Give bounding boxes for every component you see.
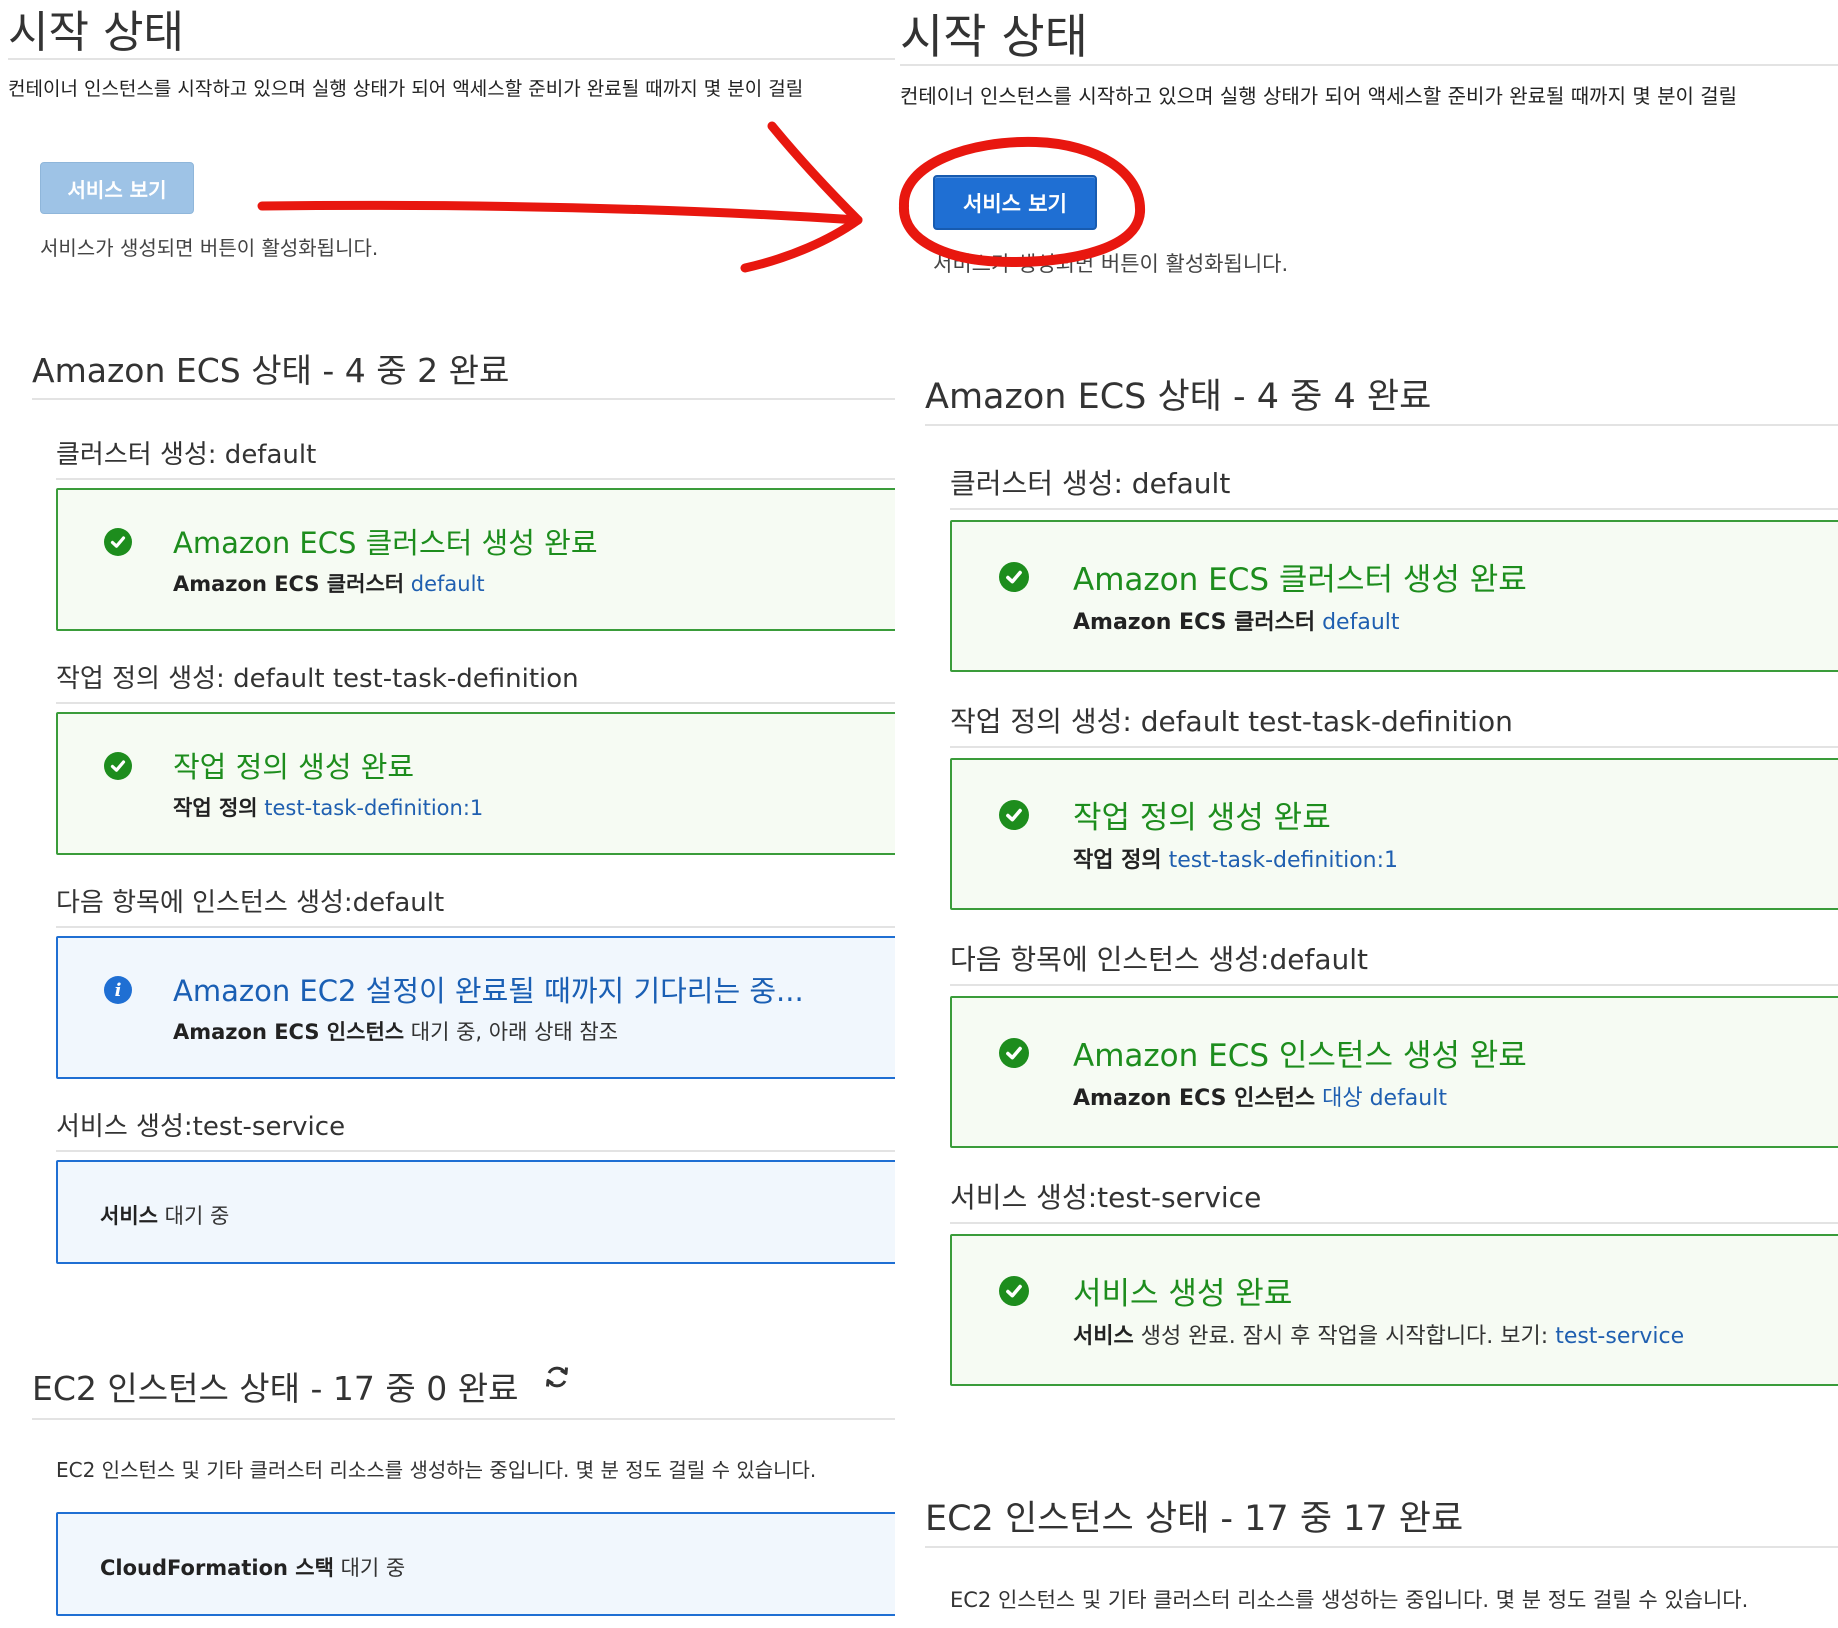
status-card-cluster: Amazon ECS 클러스터 생성 완료 Amazon ECS 클러스터 de…	[950, 520, 1838, 672]
ec2-status-title: EC2 인스턴스 상태 - 17 중 0 완료	[32, 1369, 519, 1408]
refresh-icon[interactable]	[542, 1362, 572, 1396]
page-title: 시작 상태	[8, 7, 184, 58]
service-link[interactable]: test-service	[1555, 1324, 1684, 1349]
check-circle-icon	[104, 752, 132, 780]
divider	[8, 58, 895, 60]
divider	[32, 398, 895, 400]
ecs-status-title: Amazon ECS 상태 - 4 중 4 완료	[925, 377, 1432, 417]
status-card-title: 작업 정의 생성 완료	[1073, 800, 1331, 836]
detail-label: 서비스	[1073, 1324, 1134, 1349]
detail-label: CloudFormation 스택	[100, 1556, 334, 1580]
status-card-service: 서비스 대기 중	[56, 1160, 895, 1264]
status-card-detail: Amazon ECS 인스턴스 대기 중, 아래 상태 참조	[173, 1016, 618, 1046]
divider	[32, 1418, 895, 1420]
status-card-service: 서비스 생성 완료 서비스 생성 완료. 잠시 후 작업을 시작합니다. 보기:…	[950, 1234, 1838, 1386]
status-card-task-definition: 작업 정의 생성 완료 작업 정의 test-task-definition:1	[56, 712, 895, 855]
step-heading-cluster: 클러스터 생성: default	[56, 440, 317, 470]
status-card-detail: Amazon ECS 클러스터 default	[1073, 604, 1400, 636]
divider	[950, 508, 1838, 510]
divider	[56, 478, 895, 480]
ec2-note: EC2 인스턴스 및 기타 클러스터 리소스를 생성하는 중입니다. 몇 분 정…	[950, 1588, 1749, 1612]
divider	[56, 1150, 895, 1152]
status-card-title: Amazon ECS 클러스터 생성 완료	[173, 526, 598, 560]
page-title: 시작 상태	[900, 10, 1088, 65]
step-heading-task-definition: 작업 정의 생성: default test-task-definition	[950, 705, 1513, 738]
button-help-text: 서비스가 생성되면 버튼이 활성화됩니다.	[40, 236, 379, 260]
detail-label: Amazon ECS 인스턴스	[1073, 1086, 1316, 1111]
status-card-task-definition: 작업 정의 생성 완료 작업 정의 test-task-definition:1	[950, 758, 1838, 910]
status-card-detail: Amazon ECS 인스턴스 대상 default	[1073, 1080, 1447, 1112]
status-card-title: 서비스 생성 완료	[1073, 1276, 1293, 1312]
check-circle-icon	[999, 1038, 1029, 1068]
divider	[950, 1222, 1838, 1224]
step-heading-instances: 다음 항목에 인스턴스 생성:default	[950, 943, 1369, 976]
detail-text: 생성 완료. 잠시 후 작업을 시작합니다. 보기:	[1140, 1324, 1549, 1349]
detail-label: Amazon ECS 클러스터	[1073, 610, 1316, 635]
cluster-link[interactable]: default	[411, 572, 485, 596]
status-card-instances: i Amazon EC2 설정이 완료될 때까지 기다리는 중... Amazo…	[56, 936, 895, 1079]
divider	[950, 984, 1838, 986]
view-service-button[interactable]: 서비스 보기	[933, 175, 1097, 230]
step-heading-cluster: 클러스터 생성: default	[950, 467, 1231, 500]
check-circle-icon	[999, 562, 1029, 592]
ec2-status-title: EC2 인스턴스 상태 - 17 중 17 완료	[925, 1499, 1464, 1539]
cluster-link[interactable]: default	[1322, 610, 1399, 635]
divider	[925, 1546, 1838, 1548]
status-card-title: Amazon ECS 인스턴스 생성 완료	[1073, 1038, 1527, 1074]
after-panel: 시작 상태 컨테이너 인스턴스를 시작하고 있으며 실행 상태가 되어 액세스할…	[895, 0, 1838, 1628]
divider	[56, 702, 895, 704]
check-circle-icon	[999, 1276, 1029, 1306]
divider	[950, 746, 1838, 748]
step-heading-task-definition: 작업 정의 생성: default test-task-definition	[56, 664, 579, 694]
status-card-detail: 작업 정의 test-task-definition:1	[1073, 842, 1398, 874]
status-card-instances: Amazon ECS 인스턴스 생성 완료 Amazon ECS 인스턴스 대상…	[950, 996, 1838, 1148]
detail-label: Amazon ECS 인스턴스	[173, 1020, 405, 1044]
intro-text: 컨테이너 인스턴스를 시작하고 있으며 실행 상태가 되어 액세스할 준비가 완…	[8, 78, 804, 100]
view-service-button[interactable]: 서비스 보기	[40, 162, 194, 214]
divider	[56, 926, 895, 928]
step-heading-service: 서비스 생성:test-service	[56, 1112, 346, 1142]
status-card-detail: 작업 정의 test-task-definition:1	[173, 792, 483, 822]
detail-label: 작업 정의	[173, 796, 258, 820]
status-card-title: Amazon EC2 설정이 완료될 때까지 기다리는 중...	[173, 974, 804, 1008]
detail-text: 대기 중	[340, 1556, 406, 1580]
check-circle-icon	[104, 528, 132, 556]
intro-text: 컨테이너 인스턴스를 시작하고 있으며 실행 상태가 되어 액세스할 준비가 완…	[900, 84, 1738, 108]
button-help-text: 서비스가 생성되면 버튼이 활성화됩니다.	[933, 252, 1289, 276]
status-card-title: 작업 정의 생성 완료	[173, 750, 415, 784]
info-circle-icon: i	[104, 976, 132, 1004]
detail-text: 대기 중	[164, 1204, 230, 1228]
ec2-note: EC2 인스턴스 및 기타 클러스터 리소스를 생성하는 중입니다. 몇 분 정…	[56, 1458, 817, 1482]
detail-label: 서비스	[100, 1204, 158, 1228]
detail-label: Amazon ECS 클러스터	[173, 572, 405, 596]
status-card-detail: Amazon ECS 클러스터 default	[173, 568, 485, 598]
instances-link[interactable]: 대상 default	[1322, 1086, 1447, 1111]
before-panel: 시작 상태 컨테이너 인스턴스를 시작하고 있으며 실행 상태가 되어 액세스할…	[0, 0, 895, 1628]
status-card-cluster: Amazon ECS 클러스터 생성 완료 Amazon ECS 클러스터 de…	[56, 488, 895, 631]
status-card-detail: CloudFormation 스택 대기 중	[100, 1552, 405, 1582]
step-heading-instances: 다음 항목에 인스턴스 생성:default	[56, 888, 445, 918]
step-heading-service: 서비스 생성:test-service	[950, 1181, 1262, 1214]
status-card-cloudformation: CloudFormation 스택 대기 중	[56, 1512, 895, 1616]
divider	[900, 64, 1838, 66]
status-card-detail: 서비스 대기 중	[100, 1200, 229, 1230]
status-card-title: Amazon ECS 클러스터 생성 완료	[1073, 562, 1527, 598]
detail-text: 대기 중, 아래 상태 참조	[410, 1020, 619, 1044]
task-definition-link[interactable]: test-task-definition:1	[264, 796, 483, 820]
status-card-detail: 서비스 생성 완료. 잠시 후 작업을 시작합니다. 보기: test-serv…	[1073, 1318, 1684, 1350]
detail-label: 작업 정의	[1073, 848, 1162, 873]
task-definition-link[interactable]: test-task-definition:1	[1169, 848, 1398, 873]
divider	[925, 424, 1838, 426]
ecs-status-title: Amazon ECS 상태 - 4 중 2 완료	[32, 351, 510, 390]
check-circle-icon	[999, 800, 1029, 830]
